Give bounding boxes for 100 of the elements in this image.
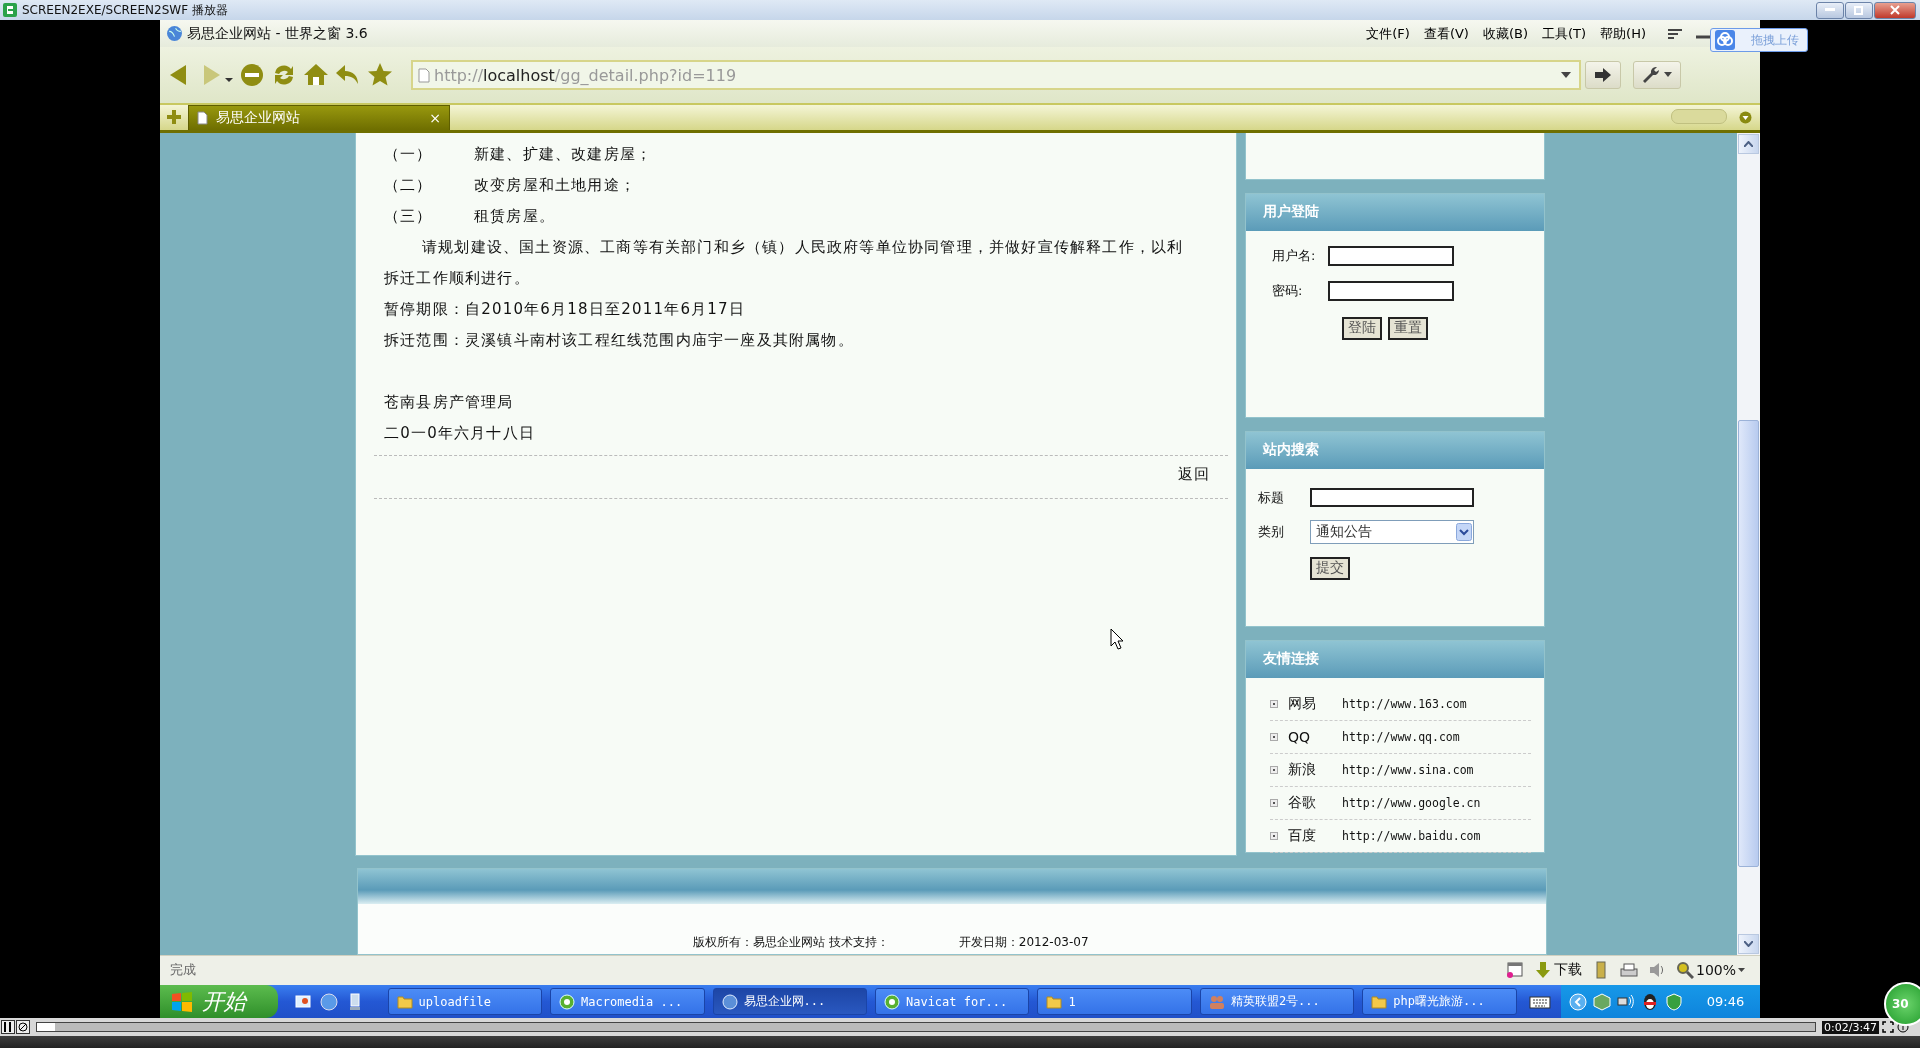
desktop-icon[interactable] (293, 992, 312, 1011)
window-icon[interactable] (1505, 961, 1524, 980)
globe-icon[interactable] (319, 992, 338, 1011)
star-icon[interactable] (367, 62, 393, 88)
people-icon (1208, 993, 1225, 1010)
restore-button[interactable] (1845, 1, 1873, 19)
cube-icon[interactable] (1592, 992, 1611, 1011)
download-icon (1533, 961, 1552, 980)
field-label: 标题 (1258, 488, 1285, 507)
taskbar-button[interactable]: php曙光旅游... (1362, 988, 1517, 1015)
taskbar-button[interactable]: 1 (1037, 988, 1192, 1015)
minimize-button[interactable] (1816, 1, 1844, 19)
globe-icon (721, 993, 738, 1010)
globe-icon (166, 25, 183, 43)
link-url[interactable]: http://www.google.cn (1342, 795, 1481, 810)
pause-button[interactable] (1, 1020, 15, 1034)
taskbar-button[interactable]: 精英联盟2号... (1199, 988, 1355, 1015)
link-url[interactable]: http://www.sina.com (1342, 762, 1474, 777)
footer-text: 版权所有：易思企业网站 技术支持： (693, 933, 889, 951)
text-line: 拆迁范围：灵溪镇斗南村该工程红线范围内庙宇一座及其附属物。 (384, 330, 854, 349)
dropdown-icon[interactable] (1739, 110, 1752, 124)
signature-line: 苍南县房产管理局 (384, 392, 514, 411)
close-button[interactable] (1874, 1, 1916, 19)
progress-pill (1671, 108, 1727, 124)
bullet-icon (1270, 699, 1278, 708)
caret-icon (1456, 522, 1472, 541)
app-icon (559, 993, 576, 1010)
link-url[interactable]: http://www.qq.com (1342, 729, 1460, 744)
zoom-icon (1675, 961, 1694, 980)
download-button[interactable]: 下载 (1533, 961, 1582, 980)
input-field[interactable] (1310, 488, 1474, 508)
caret-icon[interactable] (1561, 72, 1571, 78)
tools-button[interactable] (1633, 61, 1681, 89)
stop-icon[interactable] (239, 62, 265, 88)
go-button[interactable] (1585, 61, 1621, 89)
form-button[interactable]: 登陆 (1342, 316, 1382, 340)
submit-button[interactable]: 提交 (1310, 556, 1350, 580)
arrow-icon (1594, 67, 1612, 83)
wrench-icon (1642, 66, 1662, 84)
link-url[interactable]: http://www.163.com (1342, 696, 1467, 711)
folder-icon (1371, 993, 1388, 1010)
progress-track[interactable] (36, 1022, 1816, 1032)
list-text: 新建、扩建、改建房屋； (474, 143, 653, 165)
taskbar-button[interactable]: Macromedia ... (550, 988, 705, 1015)
back-link[interactable]: 返回 (1177, 464, 1210, 483)
caret-icon (1744, 940, 1753, 947)
network-icon[interactable] (1616, 992, 1635, 1011)
menu-item[interactable]: 收藏(B) (1482, 24, 1528, 43)
windows-flag-icon (170, 990, 194, 1013)
input-field[interactable] (1328, 281, 1454, 302)
paragraph: 请规划建设、国土资源、工商等有关部门和乡（镇）人民政府等单位协同管理，并做好宣传解释工作，以利拆迁工作顺利进行。 (384, 236, 1184, 289)
folder-icon (1046, 993, 1063, 1010)
scroll-thumb[interactable] (1738, 419, 1759, 867)
keyboard-icon[interactable] (1528, 993, 1551, 1010)
shield-icon[interactable] (1664, 992, 1683, 1011)
panel-header: 站内搜索 (1246, 431, 1544, 469)
restore-icon (1854, 5, 1864, 15)
menu-icon[interactable] (1668, 27, 1682, 40)
field-label: 用户名: (1271, 247, 1317, 266)
window-title: SCREEN2EXE/SCREEN2SWF 播放器 (22, 1, 228, 19)
field-label: 类别 (1258, 522, 1285, 541)
scroll-up-button[interactable] (1738, 133, 1759, 154)
app-icon (883, 993, 900, 1010)
menu-item[interactable]: 查看(V) (1423, 24, 1469, 43)
scrollbar[interactable] (1737, 132, 1760, 955)
caret-icon (1738, 967, 1746, 974)
category-select[interactable]: 通知公告 (1310, 519, 1474, 544)
status-text: 完成 (170, 961, 196, 980)
close-tab-button[interactable]: × (429, 109, 441, 126)
folder-icon (396, 993, 413, 1010)
address-field[interactable]: http://localhost/gg_detail.php?id=119 (411, 60, 1581, 90)
zoom-button[interactable]: 100% (1675, 961, 1746, 980)
page-icon (197, 110, 208, 125)
menu-item[interactable]: 文件(F) (1366, 24, 1410, 43)
clock: 09:46 (1706, 994, 1745, 1009)
menu-item[interactable]: 工具(T) (1542, 24, 1587, 43)
field-label: 密码: (1271, 282, 1304, 301)
browser-tab[interactable]: 易思企业网站 × (188, 104, 450, 130)
stop-button[interactable] (16, 1020, 30, 1034)
stop-icon (18, 1022, 28, 1032)
taskbar-button[interactable]: uploadfile (387, 988, 543, 1015)
counter-badge: 30 (1884, 982, 1920, 1026)
menu-item[interactable]: 帮助(H) (1600, 24, 1646, 43)
input-field[interactable] (1328, 246, 1454, 267)
caret-icon (1664, 72, 1672, 78)
chevron-icon[interactable] (1568, 992, 1587, 1011)
bullet-icon (1270, 798, 1278, 807)
home-icon[interactable] (303, 62, 329, 88)
printer-icon[interactable] (1619, 961, 1638, 980)
link-url[interactable]: http://www.baidu.com (1342, 828, 1481, 843)
fullscreen-icon[interactable] (1882, 1021, 1895, 1033)
form-button[interactable]: 重置 (1388, 316, 1428, 340)
link-name: QQ (1288, 728, 1312, 745)
pause-icon (4, 1022, 12, 1032)
taskbar-button[interactable]: 易思企业网... (712, 988, 867, 1015)
list-text: 改变房屋和土地用途； (474, 174, 636, 196)
taskbar-button[interactable]: Navicat for... (874, 988, 1030, 1015)
footer-text: 开发日期：2012-03-07 (958, 933, 1089, 951)
list-marker: （三） (384, 205, 434, 227)
scroll-down-button[interactable] (1738, 933, 1759, 954)
